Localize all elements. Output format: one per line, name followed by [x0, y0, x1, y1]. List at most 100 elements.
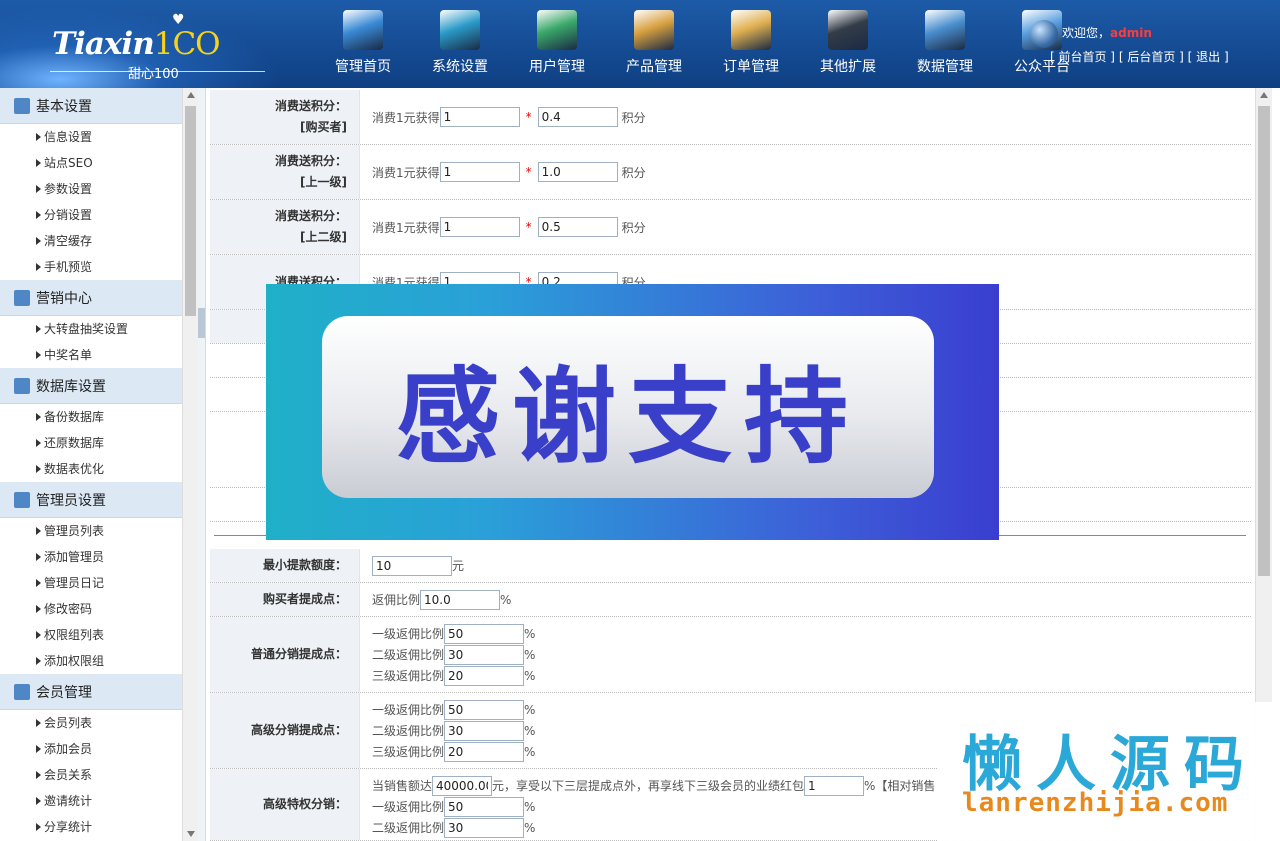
sidebar-item[interactable]: 中奖名单 — [0, 342, 182, 368]
scroll-up-icon[interactable] — [187, 92, 195, 98]
nav-item-5[interactable]: 其他扩展 — [803, 10, 893, 82]
threshold-input[interactable] — [432, 775, 493, 796]
sidebar-section-0[interactable]: 基本设置 — [0, 88, 182, 124]
splitter[interactable] — [198, 88, 206, 841]
nav-item-3[interactable]: 产品管理 — [609, 10, 699, 82]
collapse-tab[interactable] — [198, 308, 205, 338]
sidebar-item-label: 数据表优化 — [44, 462, 105, 476]
logo-subtitle: 甜心100 — [128, 67, 179, 82]
field-value: 消费1元获得 * 积分 — [372, 90, 646, 144]
sidebar-section-3[interactable]: 管理员设置 — [0, 482, 182, 518]
nav-item-4[interactable]: 订单管理 — [706, 10, 796, 82]
sidebar-item-label: 中奖名单 — [44, 348, 93, 362]
field-label: 消费送积分： [上一级] — [210, 145, 360, 199]
sidebar-item[interactable]: 分销设置 — [0, 202, 182, 228]
sidebar-item-label: 添加管理员 — [44, 550, 105, 564]
sidebar-item-label: 权限组列表 — [44, 628, 105, 642]
nav-item-6[interactable]: 数据管理 — [900, 10, 990, 82]
main-scroll-thumb[interactable] — [1258, 106, 1270, 576]
field-value: 消费1元获得 * 积分 — [372, 200, 646, 254]
rate-input[interactable] — [444, 699, 525, 720]
nav-item-2[interactable]: 用户管理 — [512, 10, 602, 82]
watermark: 懒人源码 lanrenzhijia.com — [938, 702, 1276, 841]
prefix-text: 二级返佣比例 — [372, 821, 445, 835]
database-icon — [925, 10, 965, 50]
sidebar-section-4[interactable]: 会员管理 — [0, 674, 182, 710]
field-label-sub: [购买者] — [300, 120, 347, 134]
sidebar-item[interactable]: 管理员日记 — [0, 570, 182, 596]
sidebar-item[interactable]: 添加权限组 — [0, 648, 182, 674]
sidebar-item[interactable]: 清空缓存 — [0, 228, 182, 254]
sidebar-item[interactable]: 邀请统计 — [0, 788, 182, 814]
value-input[interactable] — [372, 555, 452, 576]
logo: ♥ Tiaxin1CO 甜心100 — [0, 0, 300, 88]
field-label-text: 购买者提成点： — [262, 592, 347, 606]
sidebar-item-label: 添加权限组 — [44, 654, 105, 668]
scroll-up-icon[interactable] — [1260, 92, 1268, 98]
backend-home-link[interactable]: [ 后台首页 ] — [1119, 50, 1184, 64]
rate-input[interactable] — [444, 796, 525, 817]
sidebar-scrollbar[interactable] — [182, 88, 198, 841]
sidebar-section-title: 基本设置 — [36, 98, 92, 115]
prefix-text: 消费1元获得 — [372, 220, 440, 235]
sidebar-item-label: 分销设置 — [44, 208, 93, 222]
sidebar-item[interactable]: 还原数据库 — [0, 430, 182, 456]
sidebar-item[interactable]: 参数设置 — [0, 176, 182, 202]
field-value: 一级返佣比例%二级返佣比例%三级返佣比例% — [372, 617, 535, 692]
sidebar-item[interactable]: 数据表优化 — [0, 456, 182, 482]
rate-input[interactable] — [444, 665, 525, 686]
sidebar-item[interactable]: 大转盘抽奖设置 — [0, 316, 182, 342]
prefix-text: 消费1元获得 — [372, 165, 440, 180]
welcome-text: 欢迎您，admin — [1062, 26, 1152, 40]
bonus-input[interactable] — [804, 775, 865, 796]
sidebar-item[interactable]: 会员列表 — [0, 710, 182, 736]
sidebar-item[interactable]: 手机预览 — [0, 254, 182, 280]
unit-text: 元 — [452, 559, 465, 573]
spend-input[interactable] — [439, 162, 520, 182]
points-input[interactable] — [537, 107, 618, 127]
sidebar-item[interactable]: 备份数据库 — [0, 404, 182, 430]
spend-input[interactable] — [439, 217, 520, 237]
level-line: 一级返佣比例% — [372, 796, 935, 817]
spend-input[interactable] — [439, 107, 520, 127]
sidebar-item[interactable]: 权限组列表 — [0, 622, 182, 648]
prefix-text: 三级返佣比例 — [372, 669, 445, 683]
sidebar-item[interactable]: 分享统计 — [0, 814, 182, 840]
nav-item-0[interactable]: 管理首页 — [318, 10, 408, 82]
sidebar-item[interactable]: 管理员列表 — [0, 518, 182, 544]
settings-icon — [440, 10, 480, 50]
sidebar-item[interactable]: 信息设置 — [0, 124, 182, 150]
rate-input[interactable] — [444, 817, 525, 838]
sidebar-item[interactable]: 会员关系 — [0, 762, 182, 788]
sidebar-item[interactable]: 添加会员 — [0, 736, 182, 762]
rate-input[interactable] — [444, 644, 525, 665]
rate-input[interactable] — [444, 623, 525, 644]
points-input[interactable] — [537, 162, 618, 182]
value-input[interactable] — [420, 589, 501, 610]
form-row: 最小提款额度： 元 — [210, 549, 1251, 583]
sidebar-section-1[interactable]: 营销中心 — [0, 280, 182, 316]
watermark-url: lanrenzhijia.com — [962, 788, 1229, 818]
sidebar-item-label: 手机预览 — [44, 260, 93, 274]
sidebar-item[interactable]: 站点SEO — [0, 150, 182, 176]
points-input[interactable] — [537, 217, 618, 237]
logout-link[interactable]: [ 退出 ] — [1188, 50, 1229, 64]
field-label-text: 消费送积分： — [274, 154, 347, 168]
field-label-text: 普通分销提成点： — [250, 647, 347, 661]
points-row: 消费送积分： [上二级] 消费1元获得 * 积分 — [210, 200, 1251, 255]
sidebar-item[interactable]: 修改密码 — [0, 596, 182, 622]
points-row: 消费送积分： [上一级] 消费1元获得 * 积分 — [210, 145, 1251, 200]
nav-item-1[interactable]: 系统设置 — [415, 10, 505, 82]
field-label-sub: [上二级] — [300, 230, 347, 244]
commission-row: 普通分销提成点： 一级返佣比例%二级返佣比例%三级返佣比例% — [210, 617, 1251, 693]
sidebar-section-2[interactable]: 数据库设置 — [0, 368, 182, 404]
sidebar-item[interactable]: 添加管理员 — [0, 544, 182, 570]
scroll-down-icon[interactable] — [187, 831, 195, 837]
sidebar-scroll-thumb[interactable] — [185, 106, 196, 316]
level-line: 一级返佣比例% — [372, 623, 535, 644]
level-line: 二级返佣比例% — [372, 817, 935, 838]
frontend-home-link[interactable]: [ 前台首页 ] — [1050, 50, 1115, 64]
field-label: 高级特权分销： — [210, 769, 360, 840]
rate-input[interactable] — [444, 720, 525, 741]
rate-input[interactable] — [444, 741, 525, 762]
